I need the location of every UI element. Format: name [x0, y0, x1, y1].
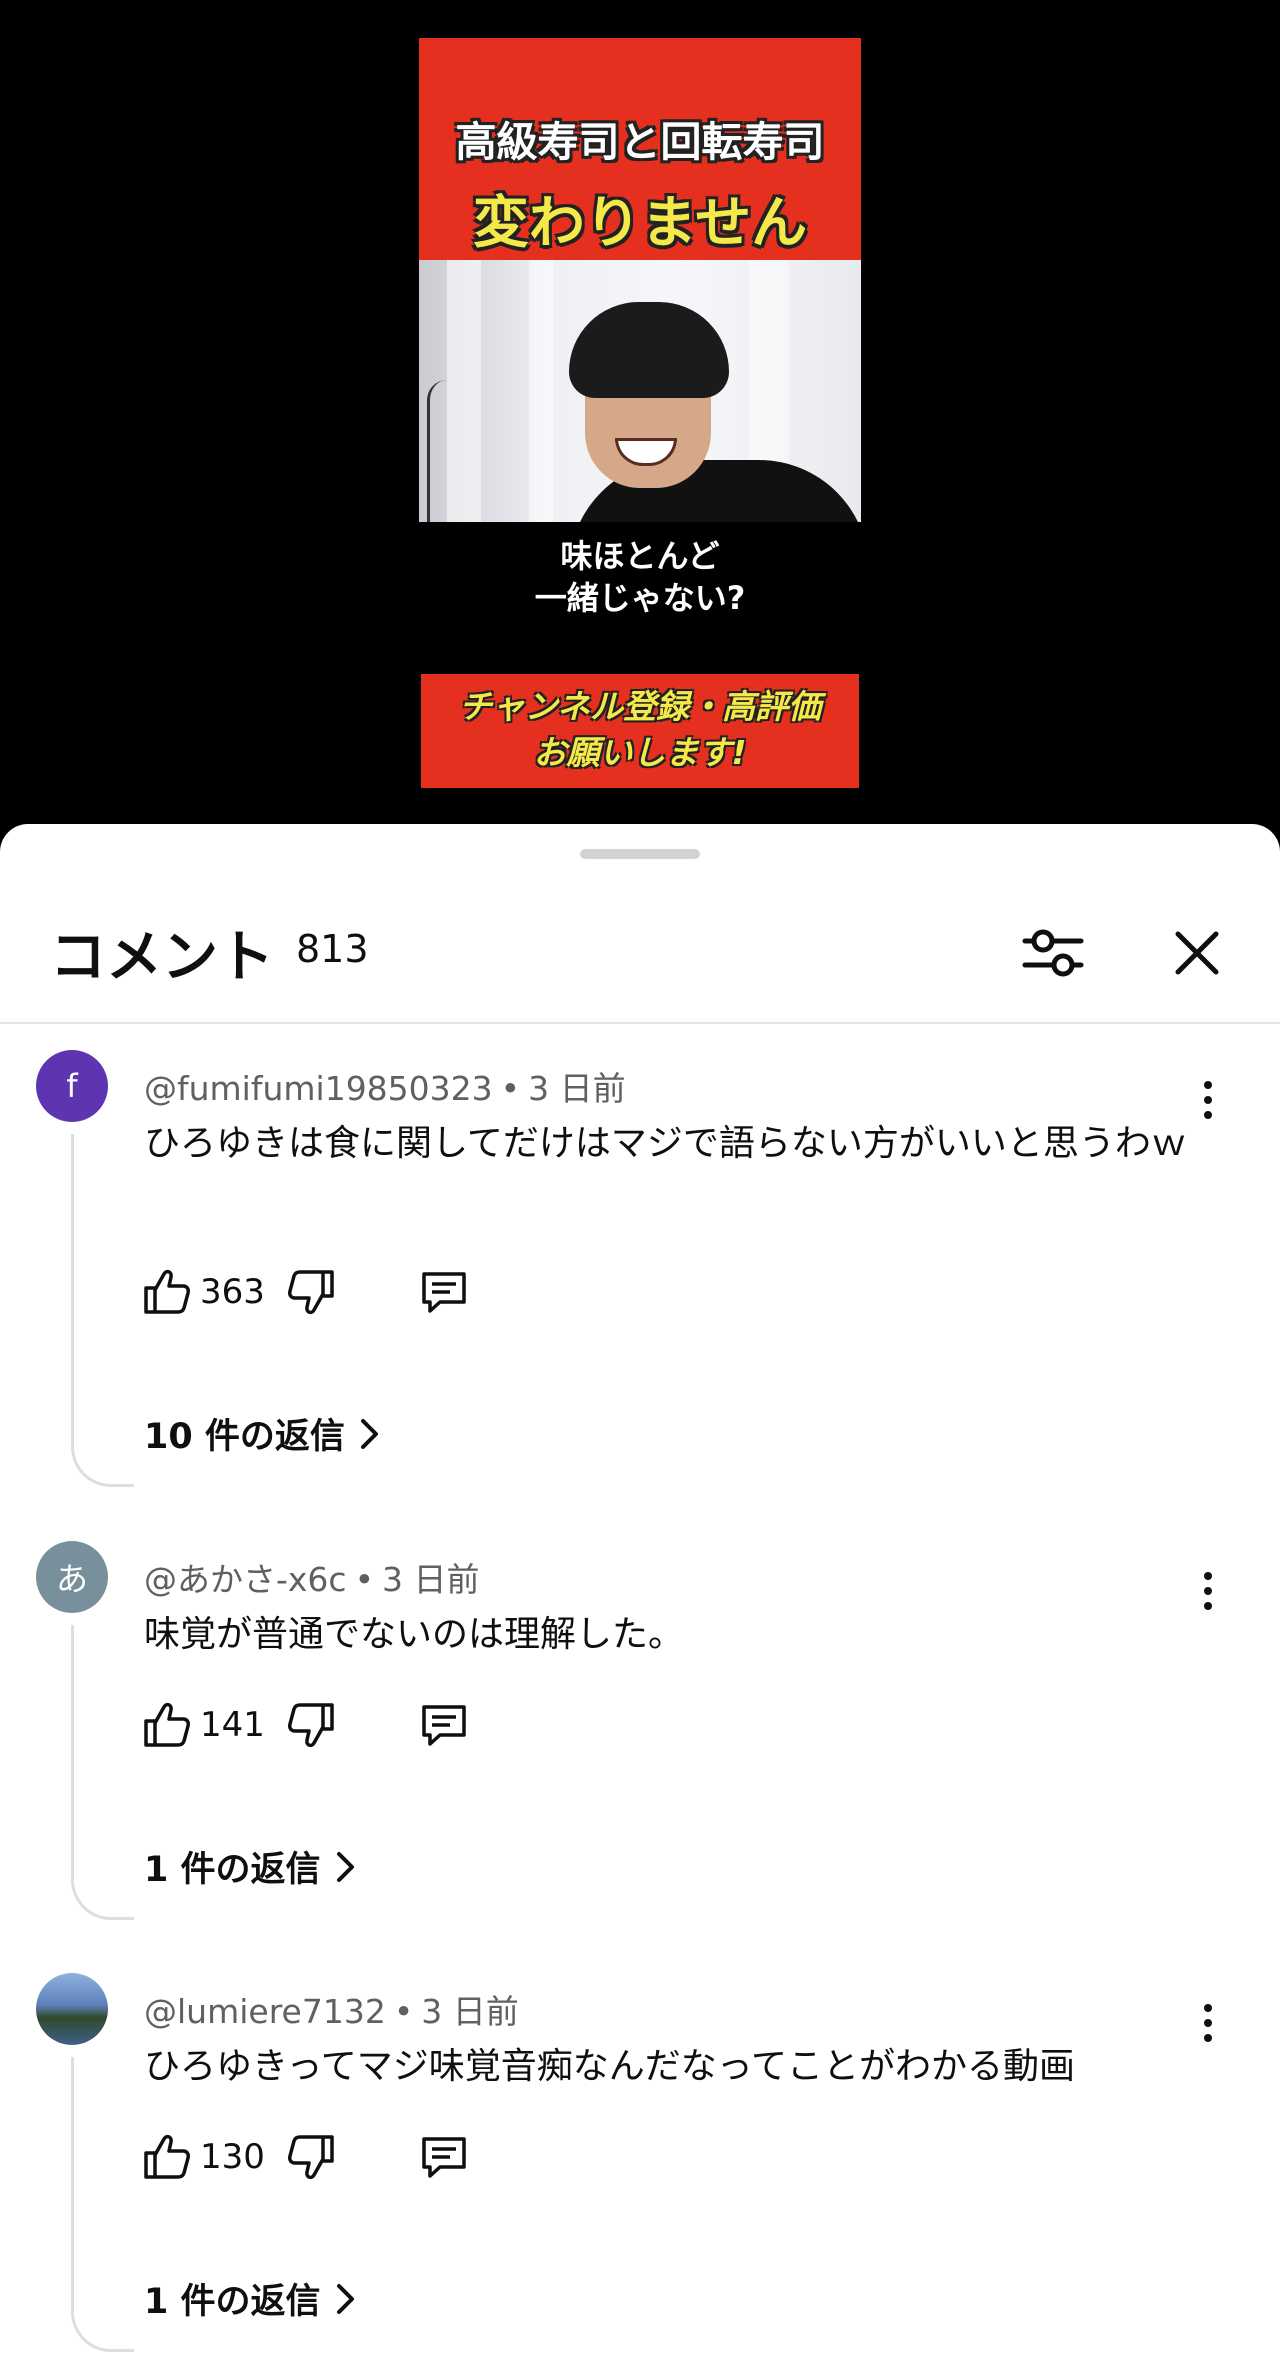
chevron-right-icon [336, 1851, 354, 1882]
comment-time: 3 日前 [528, 1069, 626, 1108]
video-title-banner: 高級寿司と回転寿司 変わりません [419, 38, 861, 260]
reply-button[interactable] [418, 1699, 470, 1751]
comment-actions: 130 [140, 2127, 470, 2187]
comment-time: 3 日前 [421, 1992, 519, 2031]
comment-meta: @fumifumi19850323 • 3 日前 [144, 1062, 626, 1110]
avatar[interactable]: f [36, 1050, 108, 1122]
meta-separator: • [500, 1069, 521, 1108]
dislike-button[interactable] [286, 2131, 338, 2183]
like-button[interactable]: 363 [140, 1266, 266, 1318]
close-button[interactable] [1162, 918, 1232, 988]
like-count: 130 [200, 2137, 265, 2177]
thread-line [71, 1134, 134, 1487]
thumbs-up-icon [144, 1702, 190, 1747]
more-options-button[interactable] [1190, 1993, 1226, 2053]
more-options-button[interactable] [1190, 1561, 1226, 1621]
comment-author[interactable]: @あかさ-x6c [144, 1560, 347, 1599]
video-cta-line2: お願いします! [533, 733, 747, 772]
comment-author[interactable]: @lumiere7132 [144, 1992, 386, 2031]
video-cta-banner: チャンネル登録・高評価 お願いします! [421, 674, 859, 788]
thumbs-up-icon [144, 1269, 190, 1314]
video-subtitle: 味ほとんど 一緒じゃない? [419, 535, 861, 619]
comment-author[interactable]: @fumifumi19850323 [144, 1069, 493, 1108]
dislike-button[interactable] [286, 1699, 338, 1751]
comment-actions: 141 [140, 1695, 470, 1755]
dislike-button[interactable] [286, 1266, 338, 1318]
filter-icon [1022, 929, 1084, 977]
more-options-button[interactable] [1190, 1070, 1226, 1130]
comment-text: 味覚が普通でないのは理解した。 [144, 1614, 685, 1655]
meta-separator: • [393, 1992, 414, 2031]
avatar[interactable] [36, 1973, 108, 2045]
comment-actions: 363 [140, 1262, 470, 1322]
comment-icon [422, 1705, 466, 1746]
like-button[interactable]: 130 [140, 2131, 266, 2183]
chevron-right-icon [336, 2283, 354, 2314]
video-cta-line1: チャンネル登録・高評価 [458, 687, 821, 726]
replies-label: 10 件の返信 [144, 1417, 345, 1457]
video-title-line2: 変わりません [472, 191, 808, 256]
chevron-right-icon [360, 1418, 378, 1449]
close-icon [1175, 931, 1219, 975]
video-scene-image [419, 260, 861, 522]
reply-button[interactable] [418, 2131, 470, 2183]
thread-line [71, 1625, 134, 1920]
video-subtitle-line2: 一緒じゃない? [534, 579, 746, 617]
comment-icon [422, 1272, 466, 1313]
video-title-line1: 高級寿司と回転寿司 [455, 118, 825, 166]
comment-meta: @lumiere7132 • 3 日前 [144, 1985, 519, 2033]
comment-meta: @あかさ-x6c • 3 日前 [144, 1553, 480, 1601]
comments-header: コメント 813 [0, 824, 1280, 1024]
thumbs-up-icon [144, 2134, 190, 2179]
reply-button[interactable] [418, 1266, 470, 1318]
thread-line [71, 2057, 134, 2352]
comments-title: コメント [50, 925, 274, 990]
like-count: 363 [200, 1272, 265, 1312]
comment-time: 3 日前 [382, 1560, 480, 1599]
replies-label: 1 件の返信 [144, 1850, 321, 1890]
avatar[interactable]: あ [36, 1541, 108, 1613]
meta-separator: • [354, 1560, 375, 1599]
view-replies-button[interactable]: 1 件の返信 [144, 2273, 357, 2324]
comment-text: ひろゆきは食に関してだけはマジで語らない方がいいと思うわｗ [144, 1123, 1187, 1164]
like-count: 141 [200, 1705, 265, 1745]
video-player[interactable]: 高級寿司と回転寿司 変わりません 味ほとんど 一緒じゃない? チャンネル登録・高… [0, 0, 1280, 830]
thumbs-down-icon [288, 1270, 334, 1315]
comments-count: 813 [296, 927, 369, 971]
filter-button[interactable] [1018, 918, 1088, 988]
view-replies-button[interactable]: 1 件の返信 [144, 1841, 357, 1892]
like-button[interactable]: 141 [140, 1699, 266, 1751]
thumbs-down-icon [288, 1703, 334, 1748]
comment-icon [422, 2137, 466, 2178]
thumbs-down-icon [288, 2135, 334, 2180]
replies-label: 1 件の返信 [144, 2282, 321, 2322]
view-replies-button[interactable]: 10 件の返信 [144, 1408, 381, 1459]
comment-text: ひろゆきってマジ味覚音痴なんだなってことがわかる動画 [144, 2046, 1075, 2087]
video-subtitle-line1: 味ほとんど [560, 537, 720, 575]
